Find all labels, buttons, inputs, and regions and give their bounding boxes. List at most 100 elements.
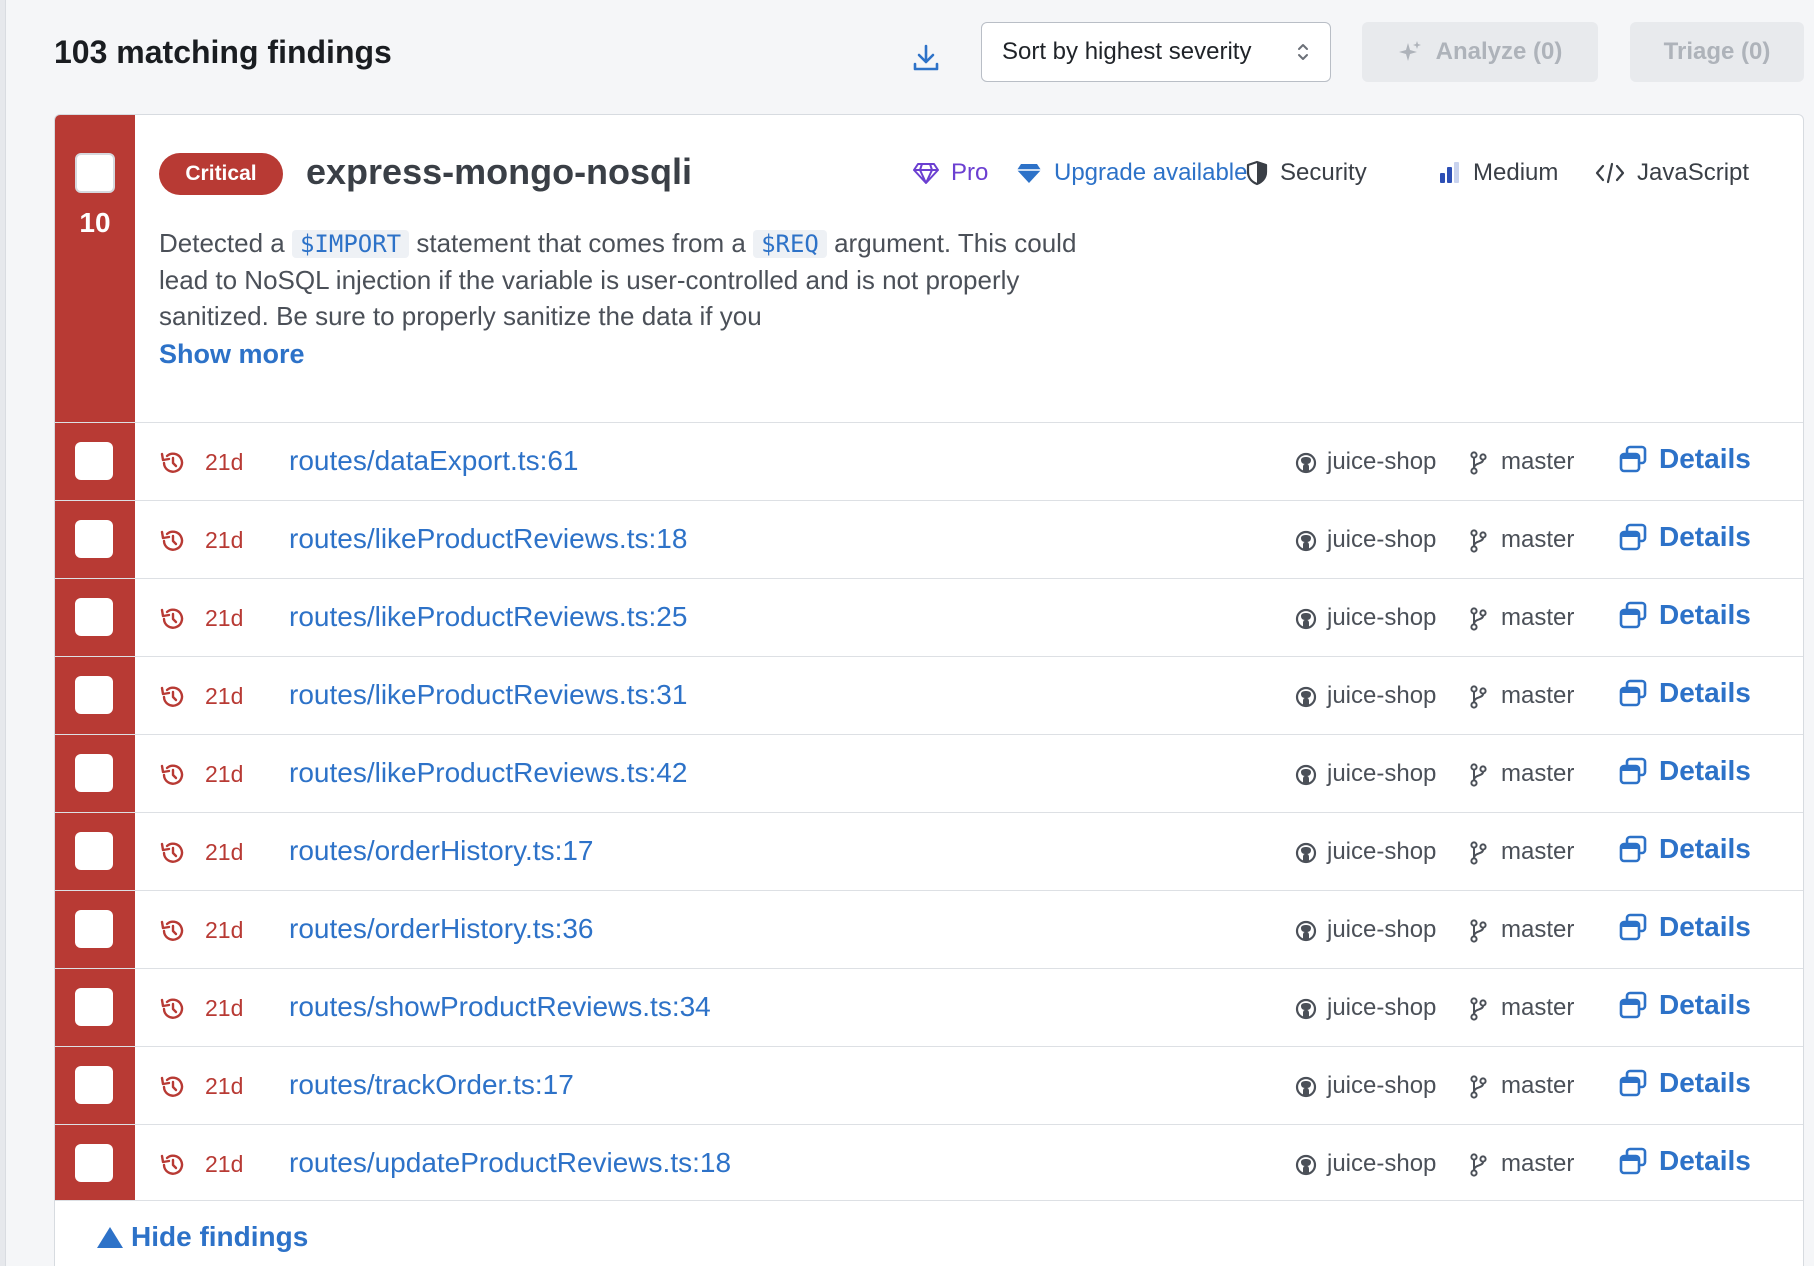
upgrade-link[interactable]: Upgrade available bbox=[1016, 159, 1247, 187]
row-checkbox[interactable] bbox=[75, 676, 113, 714]
details-button[interactable]: Details bbox=[1619, 443, 1751, 475]
row-checkbox[interactable] bbox=[75, 988, 113, 1026]
github-icon bbox=[1295, 1154, 1317, 1176]
finding-card: 10 Critical express-mongo-nosqli Pro Upg… bbox=[54, 114, 1804, 1266]
severity-badge: Critical bbox=[159, 153, 283, 195]
history-icon bbox=[160, 1154, 184, 1175]
finding-row: 21d routes/likeProductReviews.ts:42 juic… bbox=[55, 734, 1803, 812]
code-icon bbox=[1595, 162, 1625, 184]
download-icon[interactable] bbox=[906, 38, 946, 78]
details-label: Details bbox=[1659, 1067, 1751, 1098]
details-button[interactable]: Details bbox=[1619, 599, 1751, 631]
row-checkbox[interactable] bbox=[75, 910, 113, 948]
details-button[interactable]: Details bbox=[1619, 1145, 1751, 1177]
finding-row: 21d routes/likeProductReviews.ts:25 juic… bbox=[55, 578, 1803, 656]
history-icon bbox=[160, 608, 184, 629]
details-button[interactable]: Details bbox=[1619, 911, 1751, 943]
left-border bbox=[0, 0, 6, 1266]
file-path-link[interactable]: routes/trackOrder.ts:17 bbox=[289, 1069, 574, 1101]
branch-icon bbox=[1470, 1153, 1487, 1177]
shield-icon bbox=[1246, 160, 1268, 186]
upgrade-label: Upgrade available bbox=[1054, 159, 1248, 186]
row-checkbox[interactable] bbox=[75, 442, 113, 480]
windows-icon bbox=[1619, 1069, 1647, 1097]
file-path-link[interactable]: routes/likeProductReviews.ts:18 bbox=[289, 523, 687, 555]
analyze-label: Analyze (0) bbox=[1435, 38, 1563, 65]
branch-name: master bbox=[1501, 916, 1575, 943]
details-button[interactable]: Details bbox=[1619, 989, 1751, 1021]
repo-name: juice-shop bbox=[1327, 1150, 1437, 1177]
file-path-link[interactable]: routes/likeProductReviews.ts:42 bbox=[289, 757, 687, 789]
file-path-link[interactable]: routes/likeProductReviews.ts:25 bbox=[289, 601, 687, 633]
sort-select[interactable]: Sort by highest severity bbox=[981, 22, 1331, 82]
branch-name: master bbox=[1501, 1072, 1575, 1099]
page-title: 103 matching findings bbox=[54, 34, 392, 70]
repo-name: juice-shop bbox=[1327, 838, 1437, 865]
branch-name: master bbox=[1501, 760, 1575, 787]
details-button[interactable]: Details bbox=[1619, 1067, 1751, 1099]
file-path-link[interactable]: routes/dataExport.ts:61 bbox=[289, 445, 579, 477]
finding-row: 21d routes/orderHistory.ts:36 juice-shop… bbox=[55, 890, 1803, 968]
age-label: 21d bbox=[205, 683, 244, 709]
details-label: Details bbox=[1659, 755, 1751, 786]
details-label: Details bbox=[1659, 1145, 1751, 1176]
details-button[interactable]: Details bbox=[1619, 677, 1751, 709]
details-button[interactable]: Details bbox=[1619, 521, 1751, 553]
category-tag: Security bbox=[1246, 159, 1367, 187]
file-path-link[interactable]: routes/orderHistory.ts:17 bbox=[289, 835, 594, 867]
row-checkbox[interactable] bbox=[75, 1144, 113, 1182]
branch-name: master bbox=[1501, 604, 1575, 631]
details-label: Details bbox=[1659, 833, 1751, 864]
branch-name: master bbox=[1501, 838, 1575, 865]
history-icon bbox=[160, 452, 184, 473]
github-icon bbox=[1295, 686, 1317, 708]
triage-label: Triage (0) bbox=[1663, 38, 1771, 65]
branch-icon bbox=[1470, 451, 1487, 475]
details-label: Details bbox=[1659, 443, 1751, 474]
history-icon bbox=[160, 998, 184, 1019]
branch-name: master bbox=[1501, 526, 1575, 553]
analyze-button[interactable]: Analyze (0) bbox=[1362, 22, 1598, 82]
details-label: Details bbox=[1659, 521, 1751, 552]
select-all-checkbox[interactable] bbox=[75, 153, 115, 193]
sparkle-icon bbox=[1398, 41, 1421, 61]
file-path-link[interactable]: routes/updateProductReviews.ts:18 bbox=[289, 1147, 731, 1179]
details-button[interactable]: Details bbox=[1619, 755, 1751, 787]
hide-findings-button[interactable]: Hide findings bbox=[95, 1221, 308, 1253]
finding-row: 21d routes/likeProductReviews.ts:31 juic… bbox=[55, 656, 1803, 734]
rule-name: express-mongo-nosqli bbox=[306, 151, 693, 192]
language-label: JavaScript bbox=[1637, 159, 1750, 186]
triangle-up-icon bbox=[97, 1227, 123, 1248]
show-more-link[interactable]: Show more bbox=[159, 339, 305, 370]
repo-name: juice-shop bbox=[1327, 448, 1437, 475]
windows-icon bbox=[1619, 991, 1647, 1019]
branch-icon bbox=[1470, 685, 1487, 709]
details-label: Details bbox=[1659, 911, 1751, 942]
pro-label: Pro bbox=[951, 159, 989, 186]
branch-icon bbox=[1470, 607, 1487, 631]
file-path-link[interactable]: routes/likeProductReviews.ts:31 bbox=[289, 679, 687, 711]
repo-name: juice-shop bbox=[1327, 916, 1437, 943]
row-checkbox[interactable] bbox=[75, 520, 113, 558]
row-checkbox[interactable] bbox=[75, 1066, 113, 1104]
file-path-link[interactable]: routes/orderHistory.ts:36 bbox=[289, 913, 594, 945]
row-checkbox[interactable] bbox=[75, 598, 113, 636]
row-checkbox[interactable] bbox=[75, 754, 113, 792]
windows-icon bbox=[1619, 679, 1647, 707]
file-path-link[interactable]: routes/showProductReviews.ts:34 bbox=[289, 991, 711, 1023]
windows-icon bbox=[1619, 835, 1647, 863]
details-label: Details bbox=[1659, 677, 1751, 708]
branch-icon bbox=[1470, 841, 1487, 865]
row-checkbox[interactable] bbox=[75, 832, 113, 870]
finding-count: 10 bbox=[79, 207, 111, 238]
finding-row: 21d routes/likeProductReviews.ts:18 juic… bbox=[55, 500, 1803, 578]
github-icon bbox=[1295, 920, 1317, 942]
finding-row: 21d routes/showProductReviews.ts:34 juic… bbox=[55, 968, 1803, 1046]
github-icon bbox=[1295, 842, 1317, 864]
details-button[interactable]: Details bbox=[1619, 833, 1751, 865]
windows-icon bbox=[1619, 913, 1647, 941]
branch-name: master bbox=[1501, 1150, 1575, 1177]
github-icon bbox=[1295, 530, 1317, 552]
triage-button[interactable]: Triage (0) bbox=[1630, 22, 1804, 82]
branch-icon bbox=[1470, 997, 1487, 1021]
